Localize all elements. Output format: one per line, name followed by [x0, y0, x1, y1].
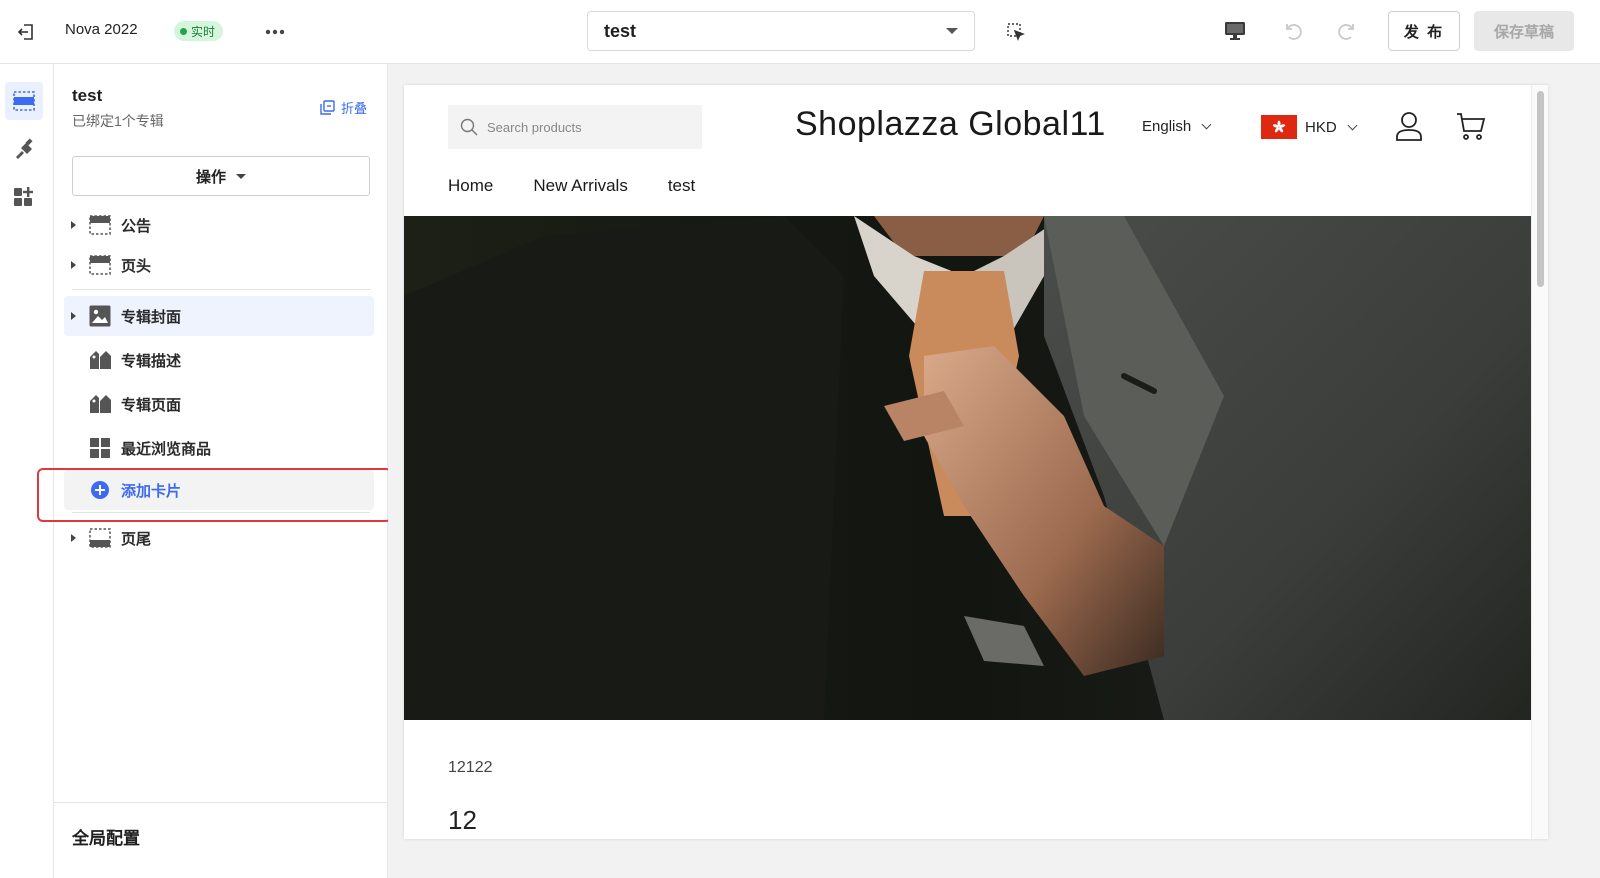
grid-icon: [88, 436, 112, 460]
nav-link-test[interactable]: test: [668, 176, 695, 196]
sidebar-title: test: [72, 86, 103, 105]
rail-theme-settings-button[interactable]: [5, 130, 43, 168]
publish-button[interactable]: 发 布: [1388, 11, 1460, 51]
collapse-label: 折叠: [341, 101, 368, 116]
image-icon: [88, 304, 112, 328]
add-section-label: 添加卡片: [121, 482, 182, 500]
tree-item-label: 页头: [121, 257, 152, 275]
sidebar-divider: [72, 289, 370, 290]
select-cursor-icon: [1007, 23, 1025, 41]
operations-label: 操作: [195, 168, 226, 186]
collapse-button[interactable]: 折叠: [320, 98, 367, 117]
live-dot-icon: [180, 27, 187, 35]
undo-icon: [1286, 24, 1302, 40]
tree-item-header[interactable]: 页头: [64, 245, 374, 285]
header-section-icon: [88, 253, 112, 277]
store-logo-title[interactable]: Shoplazza Global11: [795, 105, 1106, 144]
footer-section-icon: [88, 526, 112, 550]
top-bar: Nova 2022 实时 test 发 布 保存草稿: [0, 0, 1600, 64]
tree-item-label: 页尾: [121, 530, 152, 548]
redo-icon: [1338, 24, 1354, 40]
tree-item-recently-viewed[interactable]: 最近浏览商品: [64, 428, 374, 468]
desktop-preview-button[interactable]: [1222, 19, 1248, 43]
undo-button[interactable]: [1280, 18, 1306, 44]
caret-down-icon: [946, 28, 958, 34]
store-search-placeholder: Search products: [487, 119, 582, 135]
preview-scrollbar[interactable]: [1531, 85, 1548, 839]
expand-arrow-icon[interactable]: [71, 312, 76, 320]
chevron-down-icon: [1201, 119, 1212, 130]
expand-arrow-icon[interactable]: [71, 261, 76, 269]
section-text: 12122: [448, 759, 493, 776]
storefront-preview-frame: Search products Shoplazza Global11 Engli…: [404, 85, 1548, 839]
sections-sidebar: test 已绑定1个专辑 折叠 操作 公告 页头 专辑封面 专辑描述 专辑页面 …: [54, 64, 388, 878]
tree-item-label: 最近浏览商品: [121, 440, 212, 458]
more-dots-icon: [265, 29, 285, 35]
operations-dropdown[interactable]: 操作: [72, 156, 370, 196]
nav-link-new-arrivals[interactable]: New Arrivals: [533, 176, 627, 196]
tree-item-collection-description[interactable]: 专辑描述: [64, 340, 374, 380]
sidebar-subtitle: 已绑定1个专辑: [72, 113, 164, 129]
apps-icon: [14, 187, 33, 206]
section-heading: 12: [448, 805, 477, 835]
tree-item-collection-page[interactable]: 专辑页面: [64, 384, 374, 424]
expand-arrow-icon[interactable]: [71, 221, 76, 229]
tree-item-footer[interactable]: 页尾: [64, 518, 374, 558]
select-element-button[interactable]: [1004, 20, 1028, 44]
account-button[interactable]: [1395, 111, 1423, 141]
collection-cover-image[interactable]: [404, 216, 1531, 720]
desktop-icon: [1225, 22, 1245, 40]
redo-button[interactable]: [1334, 18, 1360, 44]
header-section-icon: [88, 213, 112, 237]
tree-item-collection-cover[interactable]: 专辑封面: [64, 296, 374, 336]
add-circle-icon: [88, 478, 112, 502]
hk-flag-icon: [1261, 115, 1297, 139]
sections-icon: [13, 91, 35, 111]
cart-button[interactable]: [1456, 111, 1486, 141]
save-draft-button[interactable]: 保存草稿: [1474, 11, 1574, 51]
theme-settings-icon: [16, 138, 33, 159]
hero-photo: [404, 216, 1531, 720]
cart-icon: [1457, 113, 1486, 140]
page-template-value: test: [604, 20, 637, 41]
icon-rail: [0, 64, 54, 878]
global-settings-bar[interactable]: 全局配置: [54, 802, 388, 878]
chevron-down-icon: [1347, 120, 1358, 130]
rail-apps-button[interactable]: [5, 178, 43, 216]
preview-scrollbar-thumb[interactable]: [1537, 91, 1544, 287]
nav-link-home[interactable]: Home: [448, 176, 493, 196]
language-value: English: [1142, 118, 1192, 135]
tree-item-label: 专辑封面: [121, 308, 182, 326]
live-status-badge: 实时: [174, 21, 224, 41]
sidebar-divider: [72, 512, 370, 513]
language-selector[interactable]: English: [1142, 118, 1212, 135]
tag-icon: [88, 392, 112, 416]
collapse-icon: [320, 100, 335, 115]
more-options-button[interactable]: [262, 20, 288, 44]
currency-selector[interactable]: HKD: [1261, 115, 1358, 139]
user-icon: [1396, 112, 1422, 141]
live-status-label: 实时: [191, 24, 216, 39]
caret-down-icon: [236, 173, 246, 179]
exit-editor-button[interactable]: [14, 20, 38, 44]
currency-value: HKD: [1305, 118, 1337, 136]
tree-item-announcement[interactable]: 公告: [64, 205, 374, 245]
rail-sections-button[interactable]: [5, 82, 43, 120]
theme-name: Nova 2022: [65, 21, 138, 38]
store-search-input[interactable]: Search products: [448, 105, 702, 149]
tree-item-label: 公告: [121, 217, 152, 235]
tree-item-label: 专辑页面: [121, 396, 182, 414]
search-icon: [460, 118, 478, 136]
add-section-button[interactable]: 添加卡片: [64, 470, 374, 510]
store-main-nav: Home New Arrivals test: [448, 176, 735, 196]
tree-item-label: 专辑描述: [121, 352, 182, 370]
tag-icon: [88, 348, 112, 372]
page-template-select[interactable]: test: [587, 11, 975, 51]
expand-arrow-icon[interactable]: [71, 534, 76, 542]
global-settings-label: 全局配置: [72, 829, 140, 848]
exit-icon: [17, 24, 33, 40]
